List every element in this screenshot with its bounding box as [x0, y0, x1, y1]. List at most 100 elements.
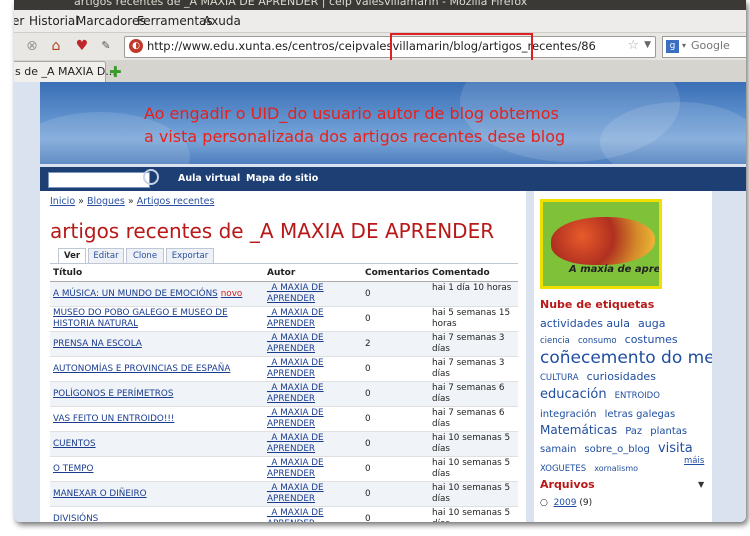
article-title-cell[interactable]: VAS FEITO UN ENTROIDO!!! — [53, 409, 258, 429]
tag-link[interactable]: XOGUETES — [540, 464, 586, 474]
table-header: Título Autor Comentarios Comentado — [50, 266, 518, 282]
menu-item-marcadores[interactable]: Marcadores — [76, 14, 146, 28]
breadcrumb-blogues[interactable]: Blogues — [87, 196, 125, 207]
search-box[interactable]: g ▾ — [662, 36, 746, 58]
tag-link[interactable]: visita — [658, 441, 693, 456]
tab-editar[interactable]: Editar — [88, 248, 124, 264]
article-title-cell[interactable]: MUSEO DO POBO GALEGO E MUSEO DE HISTORIA… — [53, 308, 258, 329]
author-link[interactable]: _A MAXIA DE APRENDER — [267, 508, 357, 522]
tag-link[interactable]: Paz — [625, 426, 642, 437]
table-row: PRENSA NA ESCOLA _A MAXIA DE APRENDER 2 hai… — [50, 332, 518, 357]
tag-link[interactable]: actividades aula — [540, 317, 630, 330]
menu-item-historial[interactable]: Historial — [29, 14, 79, 28]
tag-link[interactable]: plantas — [650, 426, 687, 437]
web-page: Ao engadir o UID_do usuario autor de blo… — [14, 82, 746, 522]
tag-link[interactable]: ciencia — [540, 336, 570, 346]
tag-link[interactable]: integración — [540, 409, 597, 420]
author-link[interactable]: _A MAXIA DE APRENDER — [267, 283, 357, 305]
tag-link[interactable]: samain — [540, 444, 576, 455]
site-search-input[interactable] — [48, 172, 150, 188]
article-title-cell[interactable]: AUTONOMÍAS E PROVINCIAS DE ESPAÑA — [53, 359, 258, 379]
article-title-cell[interactable]: O TEMPO — [53, 459, 258, 479]
breadcrumb-artigos[interactable]: Artigos recentes — [137, 196, 215, 207]
tag-link[interactable]: xornalismo — [594, 464, 638, 473]
author-link[interactable]: _A MAXIA DE APRENDER — [267, 458, 357, 480]
article-title-link[interactable]: O TEMPO — [53, 464, 93, 474]
nav-link-mapa-sitio[interactable]: Mapa do sitio — [246, 173, 318, 184]
article-title-link[interactable]: DIVISIÓNS — [53, 514, 98, 523]
article-title-cell[interactable]: A MÚSICA: UN MUNDO DE EMOCIÓNS novo — [53, 284, 258, 304]
bookmark-star-icon[interactable]: ☆ — [627, 38, 639, 53]
tab-clone[interactable]: Clone — [126, 248, 164, 264]
author-link[interactable]: _A MAXIA DE APRENDER — [267, 308, 357, 330]
page-title: artigos recentes de _A MAXIA DE APRENDER — [50, 219, 495, 243]
comment-count: 0 — [365, 389, 371, 399]
tab-ver[interactable]: Ver — [58, 248, 86, 264]
article-title-link[interactable]: MANEXAR O DIÑEIRO — [53, 489, 147, 499]
menu-item-ferramentas[interactable]: Ferramentas — [137, 14, 213, 28]
header-comentado[interactable]: Comentado — [432, 268, 490, 278]
menu-item-view-partial[interactable]: er — [14, 14, 24, 28]
tab-exportar[interactable]: Exportar — [166, 248, 214, 264]
tag-link[interactable]: auga — [638, 317, 665, 330]
article-title-cell[interactable]: DIVISIÓNS — [53, 509, 258, 523]
tag-link[interactable]: educación — [540, 387, 607, 402]
browser-tab[interactable]: s de _A MAXIA D... — [14, 61, 116, 82]
author-link[interactable]: _A MAXIA DE APRENDER — [267, 383, 357, 405]
article-title-link[interactable]: CUENTOS — [53, 439, 96, 449]
new-badge: novo — [220, 288, 243, 299]
tag-link[interactable]: curiosidades — [587, 370, 656, 383]
stop-icon[interactable]: ⊗ — [23, 37, 41, 55]
tag-link[interactable]: sobre_o_blog — [584, 444, 649, 455]
menu-item-axuda[interactable]: Axuda — [203, 14, 241, 28]
article-title-link[interactable]: VAS FEITO UN ENTROIDO!!! — [53, 414, 174, 424]
home-icon[interactable]: ⌂ — [47, 37, 65, 55]
extension-icon[interactable]: ✎ — [97, 37, 115, 55]
title-bar: artigos recentes de _A MAXIA DE APRENDER… — [14, 0, 746, 10]
article-title-link[interactable]: PRENSA NA ESCOLA — [53, 339, 142, 349]
author-link[interactable]: _A MAXIA DE APRENDER — [267, 433, 357, 455]
comment-count: 2 — [365, 339, 371, 349]
comment-count: 0 — [365, 464, 371, 474]
comment-count: 0 — [365, 439, 371, 449]
nav-link-aula-virtual[interactable]: Aula virtual — [178, 173, 240, 184]
search-engine-dropdown-icon[interactable]: ▾ — [682, 41, 686, 50]
tag-link[interactable]: consumo — [578, 336, 617, 346]
tag-link[interactable]: Matemáticas — [540, 423, 617, 437]
tag-link[interactable]: letras galegas — [605, 409, 676, 420]
page-gutter — [712, 191, 746, 522]
header-titulo[interactable]: Título — [53, 268, 82, 278]
tag-link[interactable]: CULTURA — [540, 373, 579, 383]
author-link[interactable]: _A MAXIA DE APRENDER — [267, 408, 357, 430]
article-title-cell[interactable]: PRENSA NA ESCOLA — [53, 334, 258, 354]
url-dropdown-icon[interactable]: ▼ — [644, 40, 651, 50]
tag-link[interactable]: costumes — [625, 333, 678, 346]
search-input[interactable] — [691, 39, 745, 52]
archive-collapse-icon[interactable]: ▼ — [698, 480, 704, 489]
author-link[interactable]: _A MAXIA DE APRENDER — [267, 333, 357, 355]
header-autor[interactable]: Autor — [267, 268, 295, 278]
comment-count: 0 — [365, 289, 371, 299]
tag-link[interactable]: ENTROIDO — [615, 391, 660, 401]
new-tab-plus-icon[interactable]: ✚ — [109, 63, 122, 81]
last-comment-time: hai 7 semanas 6 días — [432, 408, 505, 429]
author-link[interactable]: _A MAXIA DE APRENDER — [267, 358, 357, 380]
heart-icon[interactable]: ♥ — [73, 37, 91, 55]
search-icon[interactable] — [143, 169, 159, 185]
blog-logo[interactable]: A maxia de aprender !!! — [540, 199, 662, 289]
article-title-link[interactable]: A MÚSICA: UN MUNDO DE EMOCIÓNS — [53, 289, 218, 299]
article-title-link[interactable]: MUSEO DO POBO GALEGO E MUSEO DE HISTORIA… — [53, 308, 228, 329]
article-title-link[interactable]: POLÍGONOS E PERÍMETROS — [53, 389, 173, 399]
author-link[interactable]: _A MAXIA DE APRENDER — [267, 483, 357, 505]
google-icon[interactable]: g — [666, 40, 679, 53]
article-title-cell[interactable]: CUENTOS — [53, 434, 258, 454]
tag-link[interactable]: coñecemento do medio — [540, 348, 741, 368]
breadcrumb-inicio[interactable]: Inicio — [50, 196, 75, 207]
article-title-link[interactable]: AUTONOMÍAS E PROVINCIAS DE ESPAÑA — [53, 364, 230, 374]
article-title-cell[interactable]: MANEXAR O DIÑEIRO — [53, 484, 258, 504]
article-title-cell[interactable]: POLÍGONOS E PERÍMETROS — [53, 384, 258, 404]
header-comentarios[interactable]: Comentarios — [365, 268, 429, 278]
comment-count: 0 — [365, 514, 371, 522]
more-tags-link[interactable]: máis — [684, 456, 704, 466]
archive-year-link[interactable]: 2009 — [554, 498, 577, 508]
